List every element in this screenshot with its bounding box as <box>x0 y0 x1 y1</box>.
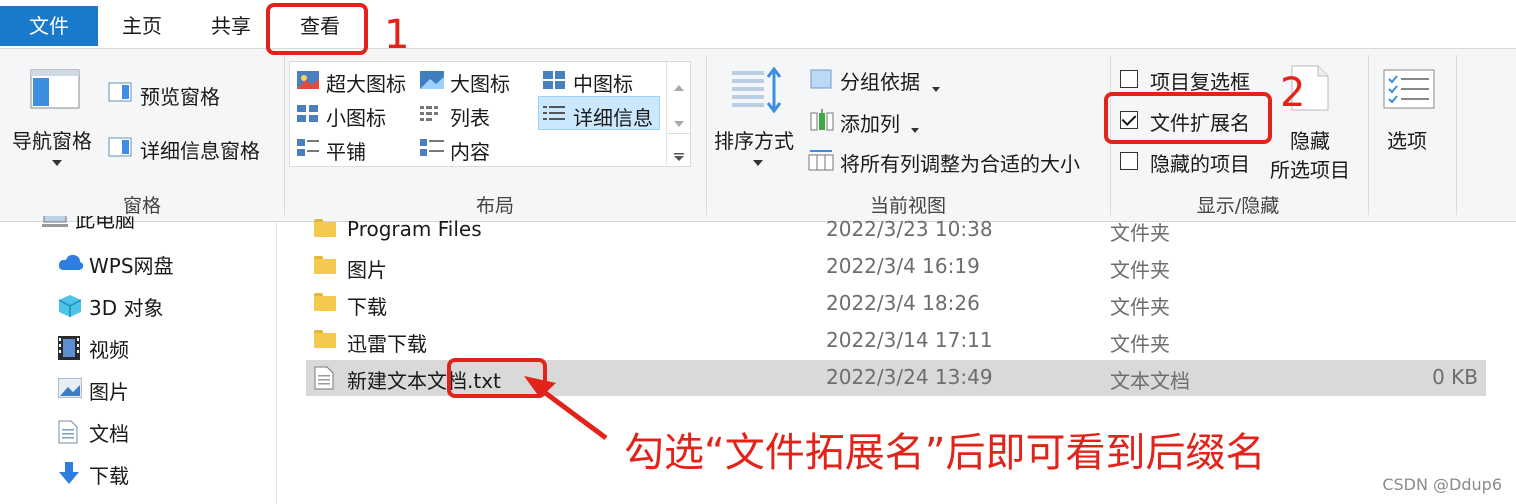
watermark: CSDN @Ddup6 <box>1382 475 1502 494</box>
annotation-note: 勾选“文件拓展名”后即可看到后缀名 <box>624 430 1266 476</box>
